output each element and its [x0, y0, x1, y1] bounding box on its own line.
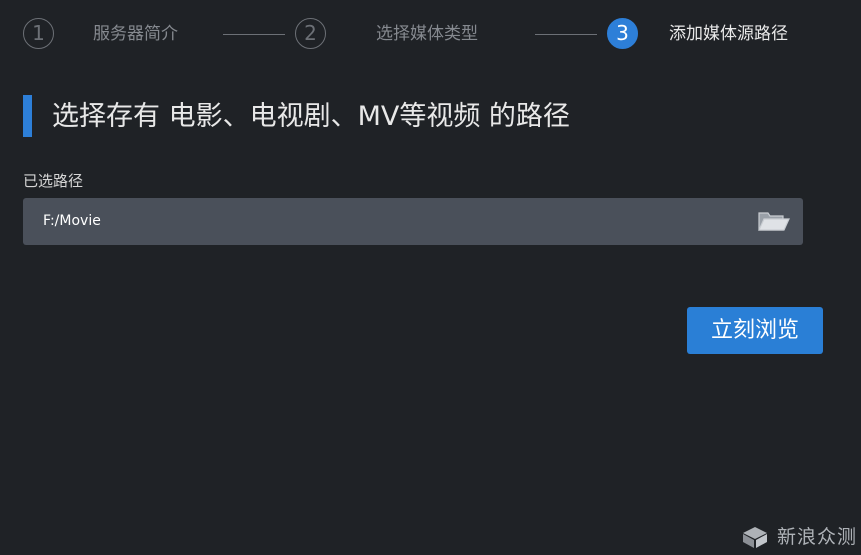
page-title: 选择存有 电影、电视剧、MV等视频 的路径	[52, 101, 570, 132]
heading-accent-bar	[23, 95, 32, 137]
step-2-label: 选择媒体类型	[376, 24, 478, 44]
watermark: 新浪众测	[741, 524, 857, 550]
step-1-label: 服务器简介	[93, 24, 178, 44]
step-1-number-circle: 1	[23, 18, 54, 49]
folder-open-icon[interactable]	[757, 209, 791, 233]
step-connector-line	[223, 34, 285, 35]
step-3-number-circle: 3	[607, 18, 638, 49]
step-3-label: 添加媒体源路径	[669, 24, 788, 44]
setup-stepper: 1 服务器简介 2 选择媒体类型 3 添加媒体源路径	[0, 0, 861, 70]
selected-path-label: 已选路径	[23, 172, 84, 190]
browse-now-button[interactable]: 立刻浏览	[687, 307, 823, 354]
step-connector-line	[535, 34, 597, 35]
selected-path-value: F:/Movie	[43, 213, 101, 229]
watermark-text: 新浪众测	[776, 526, 857, 548]
step-2-number-circle: 2	[295, 18, 326, 49]
cube-logo-icon	[742, 527, 767, 548]
selected-path-field[interactable]: F:/Movie	[23, 198, 803, 245]
